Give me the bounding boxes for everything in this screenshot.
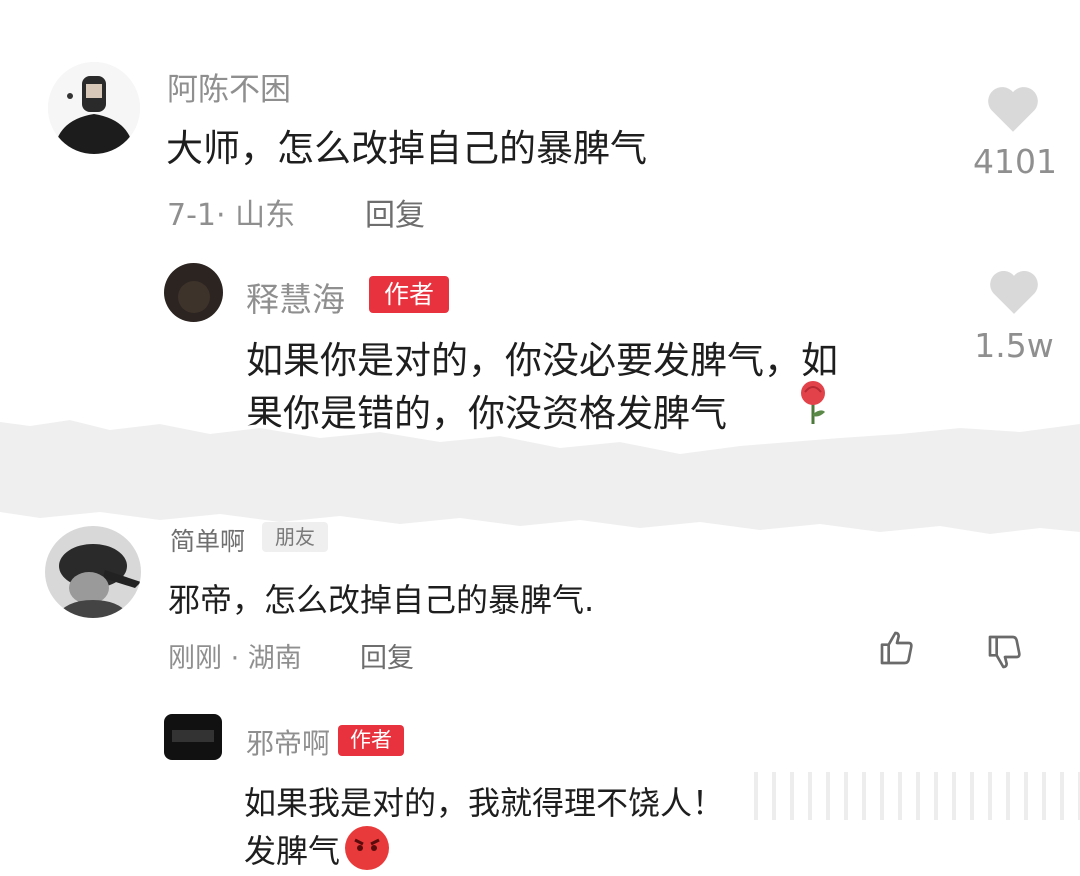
like-button[interactable] (987, 268, 1043, 318)
reply-button[interactable]: 回复 (360, 636, 414, 675)
author-badge: 作者 (369, 276, 449, 313)
heart-icon (988, 87, 1038, 132)
thumbs-down-button[interactable] (985, 632, 1027, 674)
friend-badge: 朋友 (262, 522, 328, 552)
heart-icon (990, 270, 1038, 314)
comment-username[interactable]: 简单啊 (170, 522, 245, 558)
comment-date-location: 刚刚 · 湖南 (168, 643, 302, 674)
avatar-image (164, 714, 222, 760)
avatar-shihuihai[interactable] (164, 263, 223, 322)
reply-username[interactable]: 释慧海 (246, 273, 345, 321)
reply-username[interactable]: 邪帝啊 (246, 722, 330, 762)
avatar-xiedi[interactable] (164, 714, 222, 760)
thumbs-up-button[interactable] (877, 628, 919, 670)
reply-button[interactable]: 回复 (365, 190, 425, 234)
rose-emoji-icon (793, 378, 833, 426)
avatar-image (48, 62, 140, 154)
reply-text-line2: 果你是错的，你没资格发脾气 (246, 392, 727, 435)
avatar-achen[interactable] (48, 62, 140, 154)
avatar-image (164, 263, 223, 322)
comment-date-location: 7-1· 山东 (167, 198, 296, 233)
comment-username[interactable]: 阿陈不困 (167, 64, 291, 109)
like-button[interactable] (985, 84, 1045, 136)
author-badge: 作者 (338, 725, 404, 756)
thumbs-down-icon (988, 635, 1021, 669)
comment-text: 邪帝，怎么改掉自己的暴脾气. (168, 581, 595, 619)
reply-text-line1: 如果我是对的，我就得理不饶人！ (244, 784, 725, 822)
angry-face-emoji-icon (343, 824, 391, 870)
faded-text-overlay (740, 772, 1080, 820)
like-count: 4101 (973, 142, 1057, 181)
comment-text: 大师，怎么改掉自己的暴脾气 (166, 127, 647, 170)
avatar-image (45, 526, 141, 618)
avatar-jiandan[interactable] (45, 526, 141, 618)
reply-text-line1: 如果你是对的，你没必要发脾气，如 (246, 339, 838, 382)
like-count: 1.5w (974, 326, 1054, 365)
reply-text-line2: 发脾气 (244, 832, 341, 870)
thumbs-up-icon (880, 631, 913, 665)
